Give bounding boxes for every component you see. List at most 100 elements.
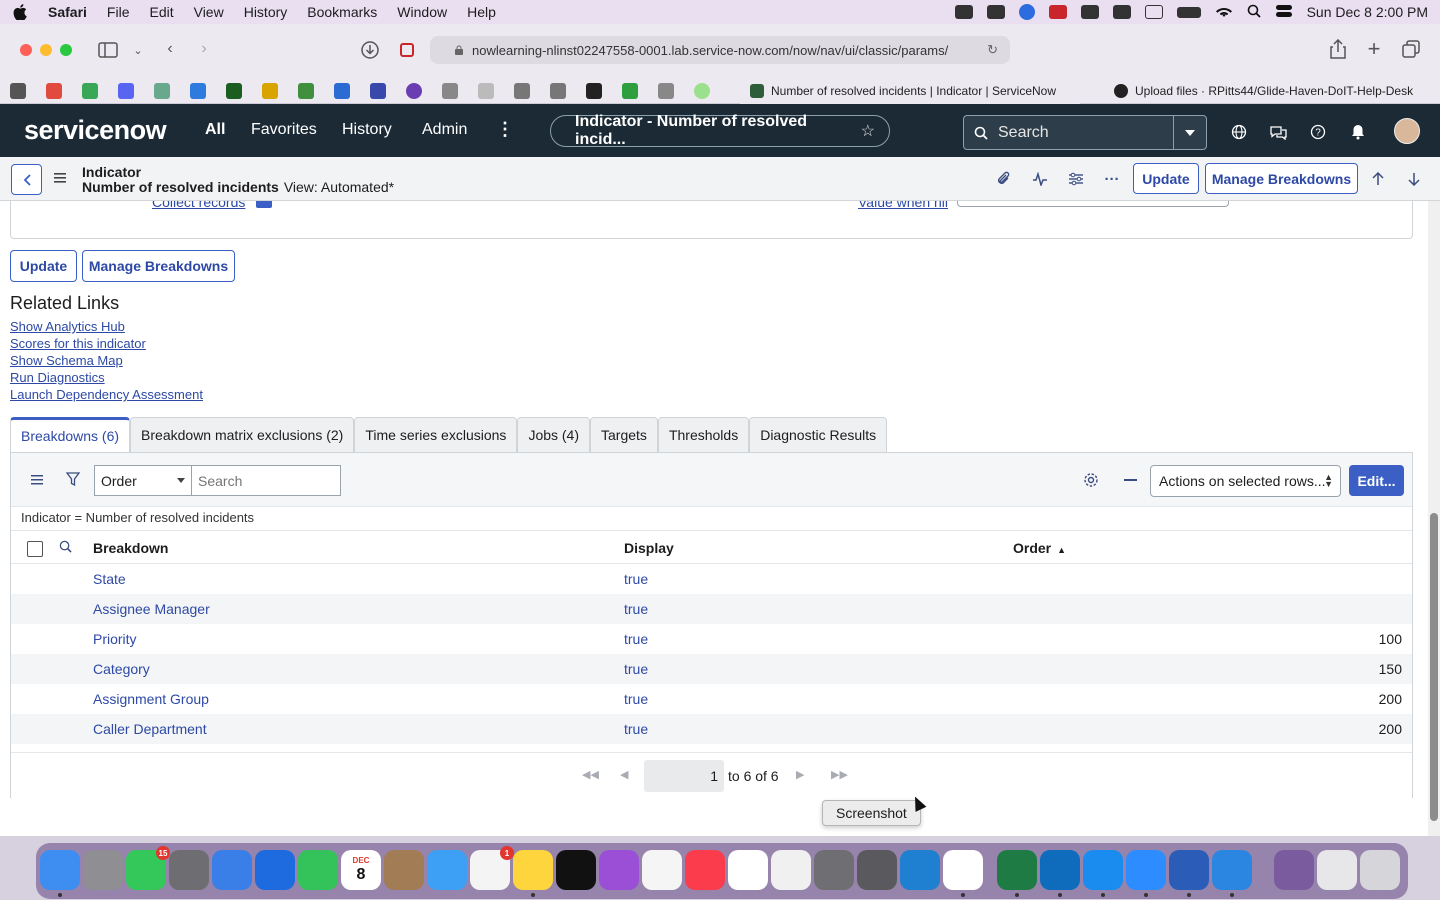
tab-diagnostic-results[interactable]: Diagnostic Results bbox=[749, 417, 888, 453]
nav-all[interactable]: All bbox=[205, 121, 225, 139]
podcasts-icon[interactable] bbox=[599, 850, 639, 890]
menu-view[interactable]: View bbox=[194, 4, 224, 20]
breakdown-link[interactable]: Assignee Manager bbox=[93, 601, 210, 617]
nav-admin[interactable]: Admin bbox=[422, 121, 467, 139]
screenshot-app-icon[interactable] bbox=[857, 850, 897, 890]
tab-breakdown-matrix-exclusions[interactable]: Breakdown matrix exclusions (2) bbox=[130, 417, 355, 453]
discord-icon[interactable] bbox=[118, 83, 134, 99]
documents-stack-icon[interactable] bbox=[1317, 850, 1357, 890]
manage-breakdowns-button-bottom[interactable]: Manage Breakdowns bbox=[82, 250, 235, 282]
menu-edit[interactable]: Edit bbox=[149, 4, 173, 20]
list-settings-gear-icon[interactable] bbox=[1083, 472, 1099, 491]
news-icon[interactable] bbox=[642, 850, 682, 890]
trash-icon[interactable] bbox=[1360, 850, 1400, 890]
photos-icon[interactable] bbox=[771, 850, 811, 890]
facetime-icon[interactable] bbox=[298, 850, 338, 890]
scores-for-indicator-link[interactable]: Scores for this indicator bbox=[10, 336, 146, 351]
bookmark-w-icon[interactable] bbox=[10, 83, 26, 99]
page-scrollbar[interactable] bbox=[1428, 201, 1440, 836]
notion-icon[interactable] bbox=[728, 850, 768, 890]
cloud-icon[interactable] bbox=[1080, 5, 1099, 19]
menu-bookmarks[interactable]: Bookmarks bbox=[307, 4, 377, 20]
google-docs-icon[interactable] bbox=[334, 83, 350, 99]
display-value[interactable]: true bbox=[624, 721, 648, 737]
windows-app-icon[interactable] bbox=[1212, 850, 1252, 890]
bookmark-lime-icon[interactable] bbox=[694, 83, 710, 99]
rocket-app-icon[interactable] bbox=[169, 850, 209, 890]
collect-records-checkbox[interactable] bbox=[256, 201, 272, 208]
address-bar[interactable]: nowlearning-nlinst02247558-0001.lab.serv… bbox=[430, 36, 1010, 64]
list-menu-icon[interactable] bbox=[31, 473, 43, 488]
user-avatar[interactable] bbox=[1394, 118, 1420, 144]
more-actions-icon[interactable]: ··· bbox=[1102, 169, 1122, 189]
servicenow-logo[interactable]: servicenow bbox=[24, 115, 167, 146]
messages-icon[interactable]: 15 bbox=[126, 846, 170, 890]
nav-history[interactable]: History bbox=[342, 121, 392, 139]
apple-icon[interactable] bbox=[12, 4, 28, 20]
actions-on-selected-rows-select[interactable]: Actions on selected rows... ▲ ▼ bbox=[1150, 465, 1341, 497]
menu-window[interactable]: Window bbox=[397, 4, 447, 20]
apple-tv-icon[interactable] bbox=[556, 850, 596, 890]
scrollbar-thumb[interactable] bbox=[1430, 513, 1438, 821]
menu-clock[interactable]: Sun Dec 8 2:00 PM bbox=[1307, 4, 1428, 20]
notes-icon[interactable] bbox=[513, 850, 553, 890]
column-header-display[interactable]: Display bbox=[624, 540, 674, 556]
manage-breakdowns-button[interactable]: Manage Breakdowns bbox=[1205, 163, 1358, 194]
downloads-stack-icon[interactable] bbox=[1274, 850, 1314, 890]
global-search[interactable]: Search bbox=[963, 115, 1207, 150]
menu-history[interactable]: History bbox=[244, 4, 288, 20]
system-settings-icon[interactable] bbox=[814, 850, 854, 890]
zoom-status-icon[interactable] bbox=[1018, 4, 1035, 20]
word-icon[interactable] bbox=[1169, 850, 1209, 890]
tab-thresholds[interactable]: Thresholds bbox=[657, 417, 750, 453]
control-center-icon[interactable] bbox=[1275, 4, 1293, 21]
bookmark-teal-icon[interactable] bbox=[154, 83, 170, 99]
reload-icon[interactable]: ↻ bbox=[987, 42, 998, 58]
zoom-window-button[interactable] bbox=[60, 44, 72, 56]
bookmark-s-icon[interactable] bbox=[442, 83, 458, 99]
bookmark-flag-icon[interactable] bbox=[622, 83, 638, 99]
settings-sliders-icon[interactable] bbox=[1066, 169, 1086, 189]
column-header-breakdown[interactable]: Breakdown bbox=[93, 540, 168, 556]
show-analytics-hub-link[interactable]: Show Analytics Hub bbox=[10, 319, 125, 334]
tab-time-series-exclusions[interactable]: Time series exclusions bbox=[354, 417, 518, 453]
collapse-minus-icon[interactable] bbox=[1124, 479, 1137, 481]
launch-dependency-assessment-link[interactable]: Launch Dependency Assessment bbox=[10, 387, 203, 402]
search-field-select[interactable]: Order bbox=[94, 465, 192, 496]
bookmark-list-icon[interactable] bbox=[370, 83, 386, 99]
previous-record-arrow-icon[interactable] bbox=[1368, 169, 1388, 189]
column-search-icon[interactable] bbox=[59, 540, 72, 556]
contacts-icon[interactable] bbox=[384, 850, 424, 890]
globe-icon[interactable] bbox=[1229, 122, 1249, 142]
collect-records-label[interactable]: Collect records bbox=[152, 201, 245, 210]
star-icon[interactable]: ☆ bbox=[861, 121, 875, 141]
safari-icon[interactable] bbox=[1083, 850, 1123, 890]
page-number-input[interactable]: 1 bbox=[644, 760, 724, 792]
zoom-icon[interactable] bbox=[1126, 850, 1166, 890]
display-value[interactable]: true bbox=[624, 661, 648, 677]
tab-overview-icon[interactable] bbox=[1399, 37, 1423, 61]
breakdown-link[interactable]: Caller Department bbox=[93, 721, 207, 737]
nav-favorites[interactable]: Favorites bbox=[251, 121, 317, 139]
display-value[interactable]: true bbox=[624, 631, 648, 647]
breakdown-link[interactable]: Category bbox=[93, 661, 150, 677]
bookmark-rss-icon[interactable] bbox=[298, 83, 314, 99]
breakdown-link[interactable]: State bbox=[93, 571, 126, 587]
previous-page-icon[interactable]: ◀ bbox=[620, 768, 628, 781]
menu-app-name[interactable]: Safari bbox=[48, 4, 87, 20]
status-app-icon[interactable] bbox=[954, 5, 973, 19]
screen-mirroring-icon[interactable] bbox=[1144, 5, 1163, 19]
list-filter-breadcrumb[interactable]: Indicator = Number of resolved incidents bbox=[21, 510, 254, 525]
bookmark-s2-icon[interactable] bbox=[658, 83, 674, 99]
more-menu-icon[interactable]: ⋮ bbox=[496, 119, 514, 140]
sidebar-icon[interactable] bbox=[96, 38, 120, 62]
breakdown-link[interactable]: Assignment Group bbox=[93, 691, 209, 707]
back-button[interactable] bbox=[11, 164, 42, 195]
run-diagnostics-link[interactable]: Run Diagnostics bbox=[10, 370, 105, 385]
display-value[interactable]: true bbox=[624, 601, 648, 617]
minimize-window-button[interactable] bbox=[40, 44, 52, 56]
tab-jobs[interactable]: Jobs (4) bbox=[517, 417, 591, 453]
excel-icon[interactable] bbox=[997, 850, 1037, 890]
chat-icon[interactable] bbox=[1268, 122, 1288, 142]
help-icon[interactable]: ? bbox=[1308, 122, 1328, 142]
